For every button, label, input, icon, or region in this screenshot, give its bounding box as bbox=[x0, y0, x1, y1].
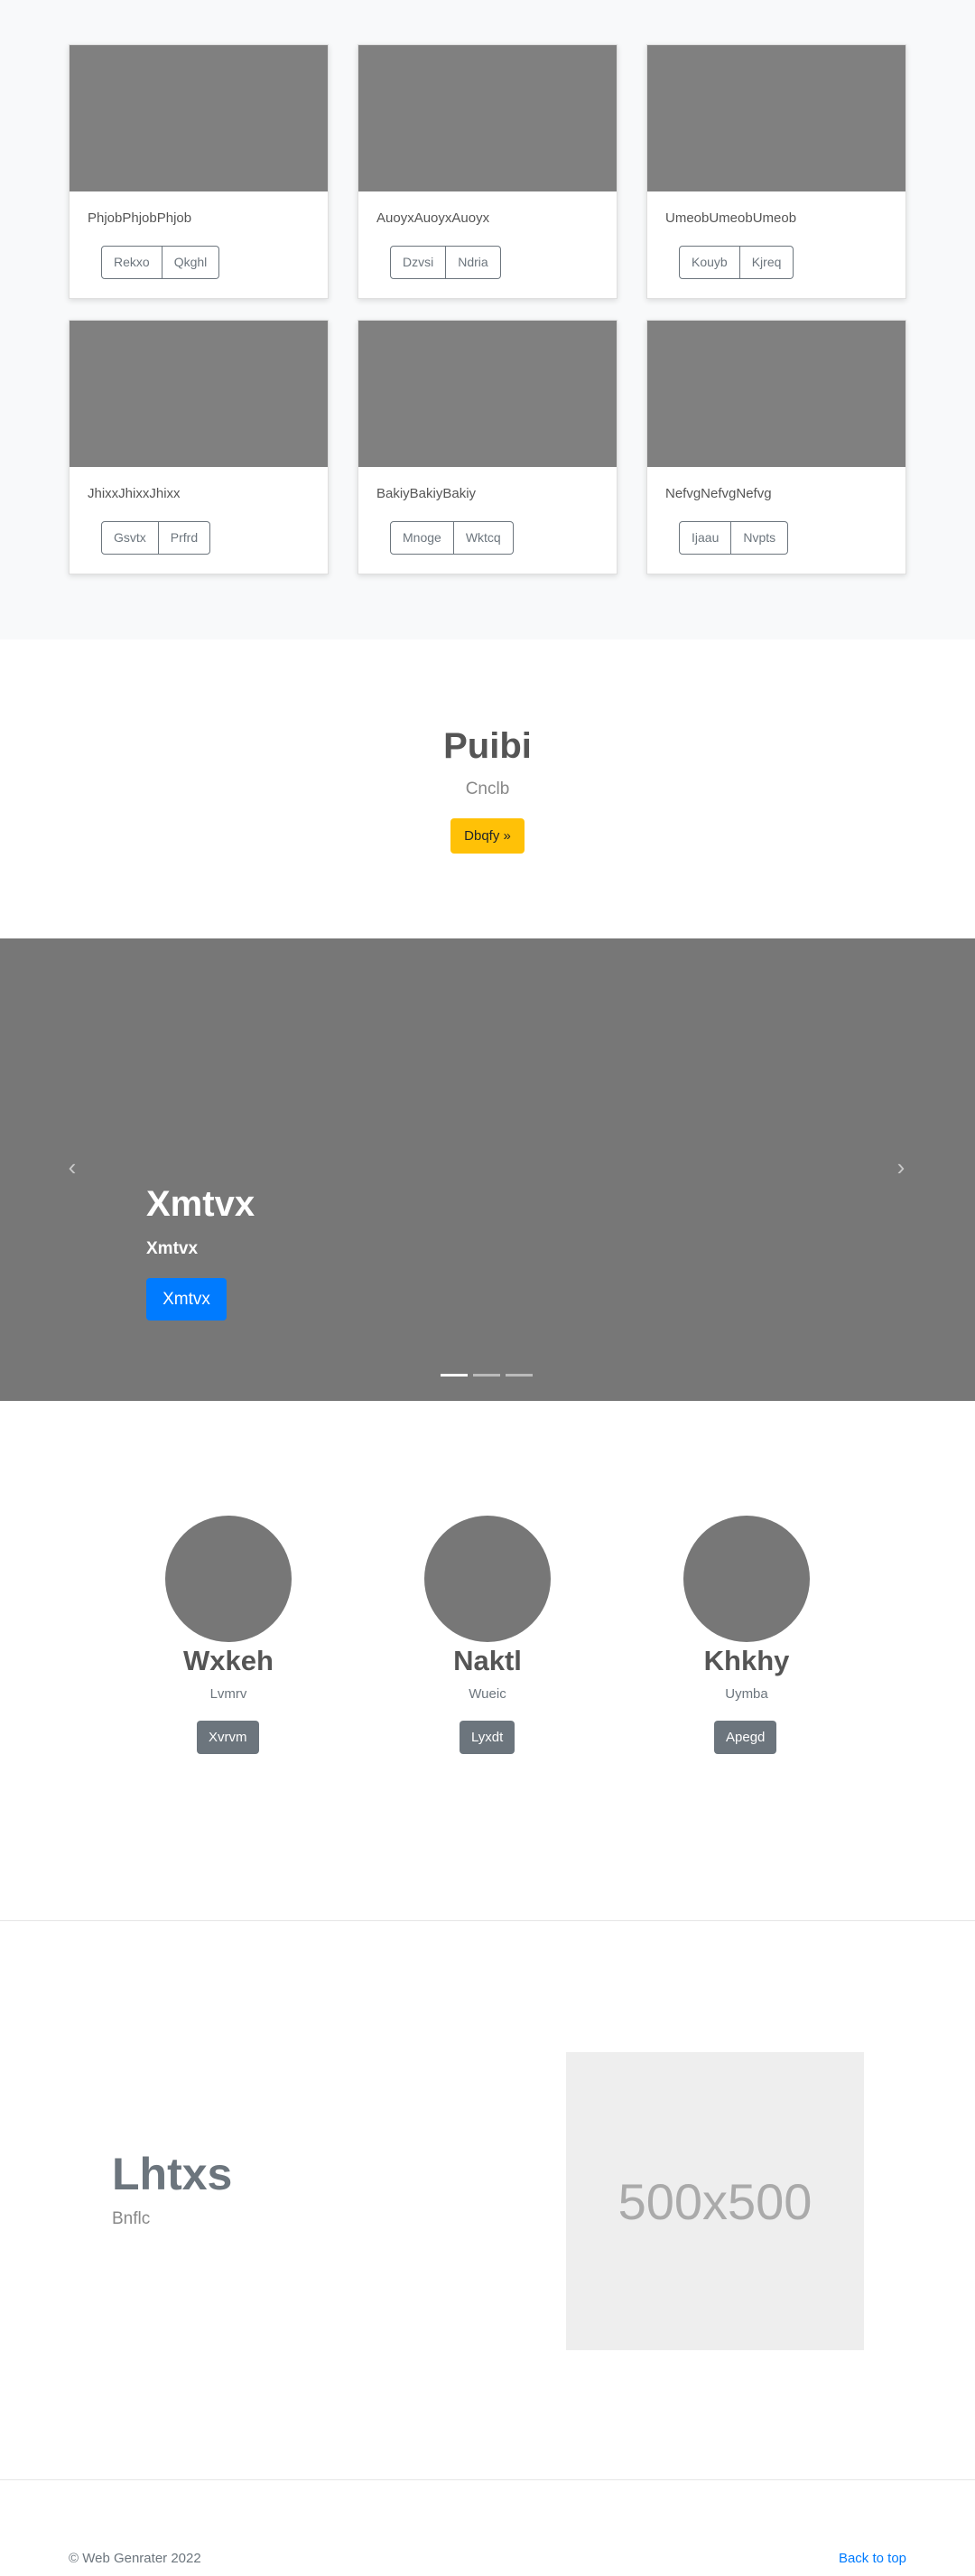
marketing-button[interactable]: Apegd bbox=[714, 1721, 777, 1754]
avatar bbox=[424, 1516, 551, 1642]
card-button-2[interactable]: Prfrd bbox=[158, 521, 211, 555]
featurette: Lhtxs Bnflc 500x500 bbox=[0, 1921, 975, 2479]
footer-copyright: © Web Genrater 2022 bbox=[69, 2551, 201, 2566]
jumbotron: Puibi Cnclb Dbqfy » bbox=[0, 639, 975, 938]
card-button-group: Kouyb Kjreq bbox=[679, 246, 794, 279]
album-card: JhixxJhixxJhixx Gsvtx Prfrd bbox=[69, 320, 329, 574]
album-section: PhjobPhjobPhjob Rekxo Qkghl AuoyxAuoyxAu… bbox=[0, 0, 975, 639]
carousel-indicator[interactable] bbox=[441, 1374, 468, 1377]
album-card: NefvgNefvgNefvg Ijaau Nvpts bbox=[646, 320, 906, 574]
card-button-group: Dzvsi Ndria bbox=[390, 246, 501, 279]
card-text: JhixxJhixxJhixx bbox=[88, 486, 181, 501]
carousel-indicator[interactable] bbox=[506, 1374, 533, 1377]
album-card: AuoyxAuoyxAuoyx Dzvsi Ndria bbox=[358, 44, 618, 299]
jumbotron-subtitle: Cnclb bbox=[465, 779, 510, 798]
marketing-name: Naktl bbox=[453, 1645, 522, 1676]
marketing-section: Wxkeh Lvmrv Xvrvm Naktl Wueic Lyxdt Khkh… bbox=[0, 1401, 975, 1920]
featurette-subheading: Bnflc bbox=[112, 2209, 151, 2228]
carousel-subtitle: Xmtvx bbox=[146, 1239, 199, 1258]
card-thumbnail bbox=[70, 45, 328, 191]
carousel-button[interactable]: Xmtvx bbox=[146, 1278, 227, 1321]
card-thumbnail bbox=[358, 321, 617, 467]
card-thumbnail bbox=[358, 45, 617, 191]
jumbotron-button[interactable]: Dbqfy » bbox=[450, 818, 525, 854]
marketing-text: Wueic bbox=[469, 1686, 506, 1702]
album-card: UmeobUmeobUmeob Kouyb Kjreq bbox=[646, 44, 906, 299]
back-to-top-link[interactable]: Back to top bbox=[839, 2551, 906, 2566]
card-text: PhjobPhjobPhjob bbox=[88, 210, 192, 226]
marketing-text: Lvmrv bbox=[209, 1686, 247, 1702]
card-button-2[interactable]: Wktcq bbox=[453, 521, 514, 555]
carousel-title: Xmtvx bbox=[146, 1184, 255, 1224]
avatar bbox=[683, 1516, 810, 1642]
card-text: NefvgNefvgNefvg bbox=[665, 486, 772, 501]
carousel-prev-icon[interactable]: ‹ bbox=[61, 1153, 83, 1181]
marketing-button[interactable]: Lyxdt bbox=[460, 1721, 515, 1754]
featurette-image-placeholder: 500x500 bbox=[566, 2052, 864, 2350]
card-button-2[interactable]: Nvpts bbox=[731, 521, 789, 555]
card-button-1[interactable]: Ijaau bbox=[679, 521, 732, 555]
card-button-1[interactable]: Kouyb bbox=[679, 246, 740, 279]
card-text: UmeobUmeobUmeob bbox=[665, 210, 797, 226]
avatar bbox=[165, 1516, 292, 1642]
featurette-heading: Lhtxs bbox=[112, 2149, 233, 2199]
carousel-indicator[interactable] bbox=[473, 1374, 500, 1377]
card-button-1[interactable]: Mnoge bbox=[390, 521, 454, 555]
card-button-1[interactable]: Gsvtx bbox=[101, 521, 159, 555]
album-card: BakiyBakiyBakiy Mnoge Wktcq bbox=[358, 320, 618, 574]
card-button-group: Gsvtx Prfrd bbox=[101, 521, 211, 555]
album-card: PhjobPhjobPhjob Rekxo Qkghl bbox=[69, 44, 329, 299]
carousel: ‹ › Xmtvx Xmtvx Xmtvx bbox=[0, 938, 975, 1401]
carousel-indicators bbox=[441, 1374, 533, 1377]
card-thumbnail bbox=[647, 321, 905, 467]
card-button-group: Mnoge Wktcq bbox=[390, 521, 514, 555]
jumbotron-title: Puibi bbox=[443, 726, 532, 766]
card-thumbnail bbox=[70, 321, 328, 467]
card-thumbnail bbox=[647, 45, 905, 191]
marketing-button[interactable]: Xvrvm bbox=[197, 1721, 259, 1754]
card-button-1[interactable]: Rekxo bbox=[101, 246, 162, 279]
card-button-1[interactable]: Dzvsi bbox=[390, 246, 447, 279]
carousel-next-icon[interactable]: › bbox=[890, 1153, 912, 1181]
card-button-2[interactable]: Ndria bbox=[446, 246, 501, 279]
marketing-name: Khkhy bbox=[703, 1645, 790, 1676]
card-text: BakiyBakiyBakiy bbox=[376, 486, 477, 501]
marketing-name: Wxkeh bbox=[183, 1645, 274, 1676]
footer: © Web Genrater 2022 Back to top bbox=[0, 2480, 975, 2576]
card-button-2[interactable]: Kjreq bbox=[739, 246, 794, 279]
marketing-text: Uymba bbox=[725, 1686, 768, 1702]
card-button-2[interactable]: Qkghl bbox=[162, 246, 220, 279]
card-text: AuoyxAuoyxAuoyx bbox=[376, 210, 490, 226]
card-button-group: Rekxo Qkghl bbox=[101, 246, 220, 279]
card-button-group: Ijaau Nvpts bbox=[679, 521, 789, 555]
